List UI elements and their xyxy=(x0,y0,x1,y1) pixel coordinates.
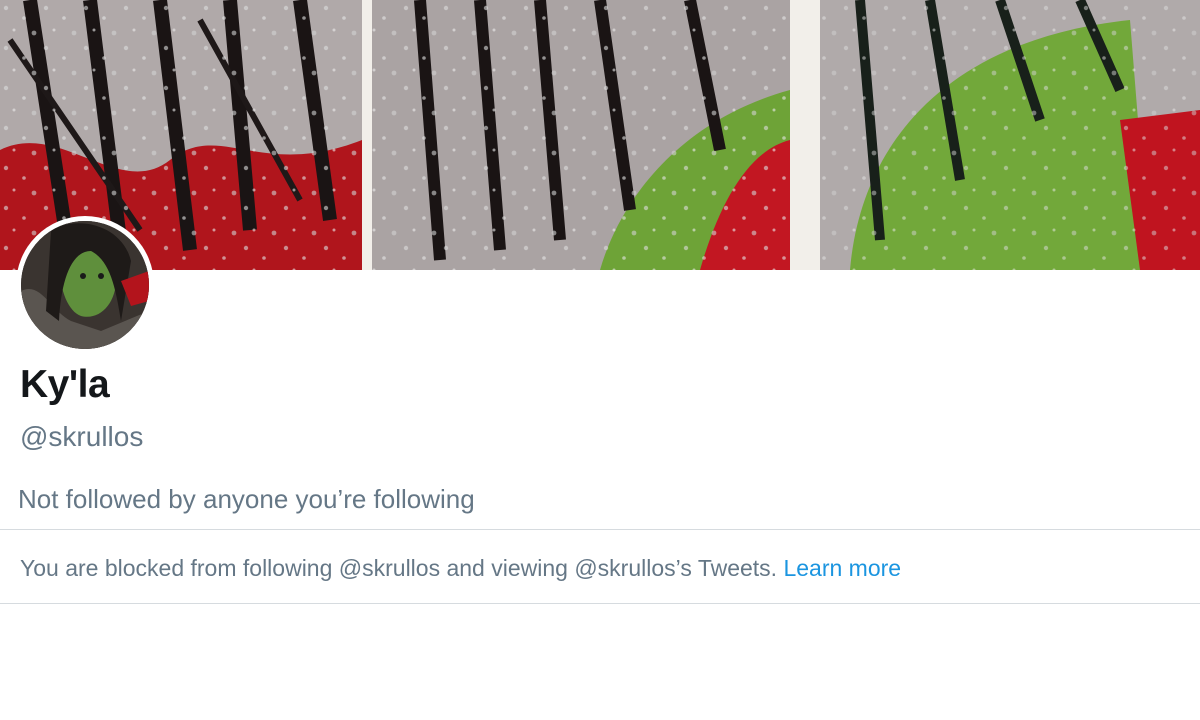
blocked-notice: You are blocked from following @skrullos… xyxy=(20,552,901,584)
profile-display-name: Ky'la xyxy=(20,363,110,406)
followers-you-know-note: Not followed by anyone you’re following xyxy=(18,484,475,514)
profile-banner-image[interactable] xyxy=(0,0,1200,270)
divider-top xyxy=(0,529,1200,530)
blocked-notice-text: You are blocked from following @skrullos… xyxy=(20,555,778,581)
profile-handle: @skrullos xyxy=(20,421,144,452)
learn-more-link[interactable]: Learn more xyxy=(783,555,901,581)
profile-avatar[interactable] xyxy=(16,216,154,354)
divider-bottom xyxy=(0,603,1200,604)
avatar-image xyxy=(21,221,149,349)
